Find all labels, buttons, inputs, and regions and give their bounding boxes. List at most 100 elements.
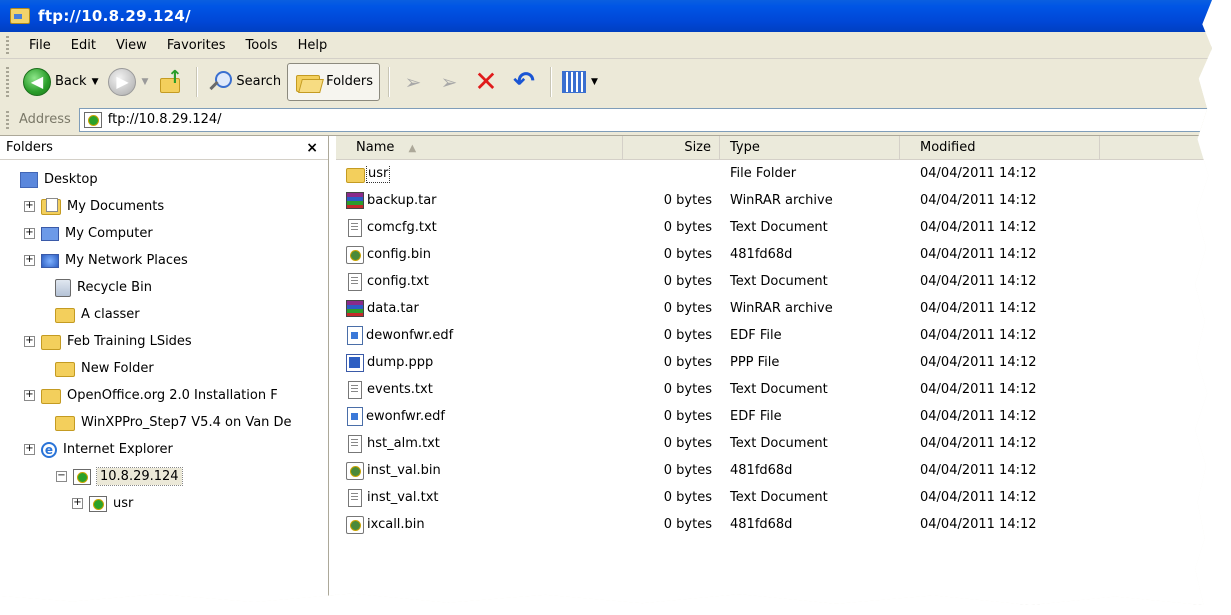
back-arrow-icon: ◀ (23, 67, 51, 96)
file-size: 0 bytes (663, 517, 712, 532)
desktop-icon (20, 171, 38, 188)
file-row[interactable]: dump.ppp 0 bytes PPP File 04/04/2011 14:12 (336, 349, 1212, 376)
tree-item[interactable]: + My Network Places (0, 247, 328, 274)
file-name: backup.tar (367, 193, 437, 208)
delete-button[interactable]: ✕ (468, 64, 504, 100)
tree-item[interactable]: + My Documents (0, 193, 328, 220)
file-row[interactable]: dewonfwr.edf 0 bytes EDF File 04/04/2011 14… (336, 322, 1212, 349)
file-row[interactable]: backup.tar 0 bytes WinRAR archive 04/04/201… (336, 187, 1212, 214)
tree-expander-icon[interactable] (40, 364, 49, 373)
column-header-modified[interactable]: Modified (900, 136, 1100, 159)
file-name-cell: config.txt (336, 272, 623, 291)
file-row[interactable]: events.txt 0 bytes Text Document 04/04/2011… (336, 376, 1212, 403)
views-dropdown-icon[interactable]: ▼ (591, 77, 598, 87)
tree-item[interactable]: A classer (0, 301, 328, 328)
forward-dropdown-icon[interactable]: ▼ (141, 77, 148, 87)
file-row[interactable]: config.txt 0 bytes Text Document 04/04/2011… (336, 268, 1212, 295)
tree-expander-icon[interactable]: + (72, 498, 83, 509)
column-header-type[interactable]: Type (720, 136, 900, 159)
views-button[interactable]: ▼ (558, 64, 602, 100)
tree-item[interactable]: + Feb Training LSides (0, 328, 328, 355)
menu-favorites[interactable]: Favorites (157, 38, 236, 53)
menu-tools[interactable]: Tools (236, 38, 288, 53)
move-to-button[interactable]: ➢ (396, 64, 430, 100)
tree-expander-icon[interactable]: + (24, 255, 35, 266)
file-modified: 04/04/2011 14:12 (920, 328, 1037, 343)
file-row[interactable]: ixcall.bin 0 bytes 481fd68d 04/04/2011 14:1… (336, 511, 1212, 538)
folder-tree: Desktop + My Documents + My Computer + My Netw… (0, 166, 328, 517)
forward-button[interactable]: ▶ ▼ (104, 64, 152, 100)
toolbar-grip[interactable] (6, 66, 9, 97)
folder-icon (55, 362, 75, 377)
toolbar-grip[interactable] (6, 36, 9, 54)
address-input[interactable]: ftp://10.8.29.124/ (78, 107, 1212, 132)
bin-file-icon (346, 245, 364, 264)
recycle-bin-icon (55, 278, 71, 297)
edf-file-icon (347, 407, 363, 426)
file-row[interactable]: ewonfwr.edf 0 bytes EDF File 04/04/2011 14:… (336, 403, 1212, 430)
column-header-size[interactable]: Size (623, 136, 720, 159)
menu-file[interactable]: File (19, 38, 61, 53)
tree-item-label: Internet Explorer (63, 442, 173, 457)
file-row[interactable]: inst_val.bin 0 bytes 481fd68d 04/04/2011 14… (336, 457, 1212, 484)
column-header-name[interactable]: Name ▲ (336, 136, 623, 159)
tree-expander-icon[interactable] (40, 283, 49, 292)
file-size: 0 bytes (663, 436, 712, 451)
search-label: Search (236, 74, 282, 89)
tree-item-label: A classer (81, 307, 140, 322)
file-modified: 04/04/2011 14:12 (920, 301, 1037, 316)
tree-item[interactable]: + usr (0, 490, 328, 517)
tree-expander-icon[interactable]: + (24, 228, 35, 239)
file-row[interactable]: config.bin 0 bytes 481fd68d 04/04/2011 14:1… (336, 241, 1212, 268)
file-row[interactable]: data.tar 0 bytes WinRAR archive 04/04/2011 … (336, 295, 1212, 322)
file-size: 0 bytes (663, 301, 712, 316)
toolbar-grip[interactable] (6, 110, 9, 129)
tree-expander-icon[interactable]: − (56, 471, 67, 482)
menu-view[interactable]: View (106, 38, 157, 53)
file-modified: 04/04/2011 14:12 (920, 355, 1037, 370)
tree-expander-icon[interactable]: + (24, 336, 35, 347)
file-rows: usr File Folder 04/04/2011 14:12 backup.tar… (336, 160, 1212, 538)
tree-expander-icon[interactable]: + (24, 390, 35, 401)
file-name: inst_val.txt (367, 490, 439, 505)
tree-item-label: Recycle Bin (77, 280, 152, 295)
file-row[interactable]: usr File Folder 04/04/2011 14:12 (336, 160, 1212, 187)
file-row[interactable]: inst_val.txt 0 bytes Text Document 04/04/20… (336, 484, 1212, 511)
file-name: inst_val.bin (367, 463, 441, 478)
undo-button[interactable]: ↶ (506, 64, 542, 100)
tree-expander-icon[interactable] (40, 418, 49, 427)
file-name: hst_alm.txt (367, 436, 440, 451)
menu-edit[interactable]: Edit (61, 38, 106, 53)
folder-window-icon (10, 8, 30, 24)
tree-expander-icon[interactable]: + (24, 444, 35, 455)
menu-help[interactable]: Help (288, 38, 338, 53)
tree-item[interactable]: + OpenOffice.org 2.0 Installation F (0, 382, 328, 409)
close-pane-icon[interactable]: × (306, 140, 318, 156)
tree-expander-icon[interactable]: + (24, 201, 35, 212)
file-row[interactable]: comcfg.txt 0 bytes Text Document 04/04/2011… (336, 214, 1212, 241)
file-row[interactable]: hst_alm.txt 0 bytes Text Document 04/04/201… (336, 430, 1212, 457)
tree-expander-icon[interactable] (40, 310, 49, 319)
tree-item-label: Feb Training LSides (67, 334, 192, 349)
title-bar[interactable]: ftp://10.8.29.124/ (0, 0, 1212, 32)
move-to-icon: ➢ (404, 69, 422, 94)
folders-label: Folders (326, 74, 374, 89)
file-name: ixcall.bin (367, 517, 425, 532)
up-folder-button[interactable]: ↑ (154, 64, 188, 100)
tree-item[interactable]: − 10.8.29.124 (0, 463, 328, 490)
tree-item[interactable]: + My Computer (0, 220, 328, 247)
tree-item[interactable]: Recycle Bin (0, 274, 328, 301)
tree-item[interactable]: + e Internet Explorer (0, 436, 328, 463)
tree-item[interactable]: New Folder (0, 355, 328, 382)
tree-item[interactable]: Desktop (0, 166, 328, 193)
back-button[interactable]: ◀ Back ▼ (19, 64, 102, 100)
copy-to-button[interactable]: ➢ (432, 64, 466, 100)
file-modified: 04/04/2011 14:12 (920, 193, 1037, 208)
file-size: 0 bytes (663, 382, 712, 397)
file-name-cell: dump.ppp (336, 353, 623, 372)
folders-button[interactable]: Folders (287, 62, 381, 101)
search-button[interactable]: Search (204, 64, 285, 100)
back-dropdown-icon[interactable]: ▼ (92, 77, 99, 87)
tree-item[interactable]: WinXPPro_Step7 V5.4 on Van De (0, 409, 328, 436)
sort-ascending-icon: ▲ (408, 143, 417, 154)
